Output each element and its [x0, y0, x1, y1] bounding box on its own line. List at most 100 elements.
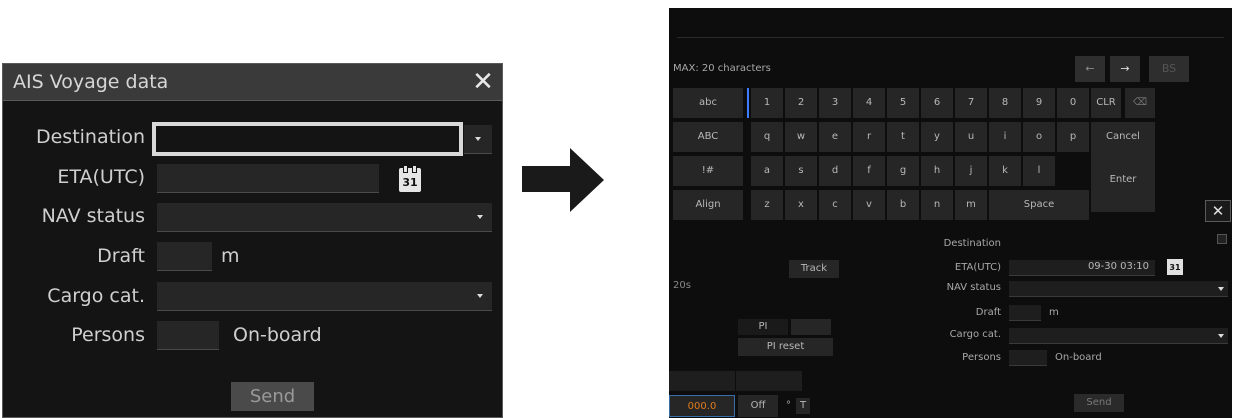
- eta-label: ETA(UTC): [954, 262, 1001, 273]
- key-c[interactable]: c: [819, 190, 851, 220]
- send-button[interactable]: Send: [231, 382, 314, 411]
- destination-dropdown-button[interactable]: [464, 125, 492, 154]
- key-d[interactable]: d: [819, 156, 851, 186]
- key-6[interactable]: 6: [921, 88, 953, 118]
- key-n[interactable]: n: [921, 190, 953, 220]
- draft-label: Draft: [97, 245, 145, 267]
- key-w[interactable]: w: [785, 122, 817, 152]
- key-f[interactable]: f: [853, 156, 885, 186]
- key-i[interactable]: i: [989, 122, 1021, 152]
- close-icon[interactable]: ✕: [470, 69, 496, 95]
- off-button[interactable]: Off: [738, 395, 778, 417]
- scale-label: 20s: [673, 280, 691, 291]
- key-v[interactable]: v: [853, 190, 885, 220]
- send-button[interactable]: Send: [1074, 394, 1124, 412]
- key-u[interactable]: u: [955, 122, 987, 152]
- key-3[interactable]: 3: [819, 88, 851, 118]
- calendar-day: 31: [402, 176, 418, 189]
- key-9[interactable]: 9: [1023, 88, 1055, 118]
- key-7[interactable]: 7: [955, 88, 987, 118]
- key-t[interactable]: t: [887, 122, 919, 152]
- clr-key[interactable]: CLR: [1091, 88, 1121, 118]
- key-m[interactable]: m: [955, 190, 987, 220]
- backspace-button[interactable]: BS: [1149, 56, 1189, 82]
- abc-selected-indicator: [747, 88, 749, 118]
- key-e[interactable]: e: [819, 122, 851, 152]
- key-h[interactable]: h: [921, 156, 953, 186]
- mode-abc-key[interactable]: abc: [673, 88, 743, 118]
- bg-panel-slot: [736, 371, 802, 391]
- nav-status-select[interactable]: [1009, 281, 1228, 297]
- nav-status-select[interactable]: [157, 203, 492, 232]
- key-z[interactable]: z: [751, 190, 783, 220]
- eta-input[interactable]: [157, 164, 379, 193]
- pi-value: [791, 319, 831, 335]
- bg-panel-slot: [669, 371, 735, 391]
- cursor-right-button[interactable]: →: [1110, 56, 1140, 82]
- max-chars-label: MAX: 20 characters: [673, 63, 771, 74]
- track-button[interactable]: Track: [789, 260, 839, 278]
- cargo-select[interactable]: [157, 282, 492, 311]
- cargo-label: Cargo cat.: [47, 285, 145, 307]
- persons-input[interactable]: [157, 321, 219, 350]
- destination-dropdown-button[interactable]: [1217, 234, 1227, 244]
- key-s[interactable]: s: [785, 156, 817, 186]
- eta-input[interactable]: 09-30 03:10: [1009, 260, 1155, 276]
- persons-label: Persons: [71, 324, 145, 346]
- space-key[interactable]: Space: [989, 190, 1089, 220]
- destination-input[interactable]: [152, 122, 463, 156]
- draft-label: Draft: [975, 307, 1001, 318]
- key-0[interactable]: 0: [1057, 88, 1089, 118]
- key-x[interactable]: x: [785, 190, 817, 220]
- key-4[interactable]: 4: [853, 88, 885, 118]
- calendar-icon[interactable]: 31: [399, 165, 421, 192]
- delete-icon[interactable]: ⌫: [1125, 88, 1155, 118]
- key-r[interactable]: r: [853, 122, 885, 152]
- draft-input[interactable]: [157, 242, 212, 271]
- key-q[interactable]: q: [751, 122, 783, 152]
- key-8[interactable]: 8: [989, 88, 1021, 118]
- degree-symbol: °: [786, 400, 791, 411]
- virtual-keyboard-screen: MAX: 20 characters ← → BS abc 1 2 3 4 5 6 7 8 9 0 C…: [669, 8, 1232, 418]
- enter-button[interactable]: Enter: [1091, 148, 1155, 212]
- key-j[interactable]: j: [955, 156, 987, 186]
- nav-status-label: NAV status: [946, 282, 1001, 293]
- true-heading-button[interactable]: T: [796, 398, 810, 414]
- key-o[interactable]: o: [1023, 122, 1055, 152]
- eta-label: ETA(UTC): [57, 166, 145, 188]
- key-1[interactable]: 1: [751, 88, 783, 118]
- pi-label: PI: [738, 319, 788, 335]
- persons-suffix: On-board: [1055, 352, 1102, 363]
- chevron-down-icon: [477, 294, 483, 298]
- heading-value[interactable]: 000.0: [669, 395, 735, 417]
- chevron-down-icon: [475, 137, 481, 141]
- key-2[interactable]: 2: [785, 88, 817, 118]
- chevron-down-icon: [1218, 334, 1224, 338]
- cargo-select[interactable]: [1009, 328, 1228, 344]
- key-p[interactable]: p: [1057, 122, 1089, 152]
- close-icon[interactable]: ✕: [1205, 200, 1231, 222]
- persons-label: Persons: [962, 352, 1001, 363]
- key-k[interactable]: k: [989, 156, 1021, 186]
- nav-status-label: NAV status: [41, 205, 145, 227]
- draft-input[interactable]: [1009, 305, 1041, 321]
- ais-voyage-dialog: AIS Voyage data ✕ Destination ETA(UTC) 3…: [2, 63, 503, 418]
- pi-reset-button[interactable]: PI reset: [738, 338, 833, 356]
- key-g[interactable]: g: [887, 156, 919, 186]
- key-l[interactable]: l: [1023, 156, 1055, 186]
- dialog-title: AIS Voyage data: [3, 64, 502, 101]
- mode-symbol-key[interactable]: !#: [673, 156, 743, 186]
- key-5[interactable]: 5: [887, 88, 919, 118]
- key-y[interactable]: y: [921, 122, 953, 152]
- chevron-down-icon: [1218, 287, 1224, 291]
- persons-input[interactable]: [1009, 350, 1047, 366]
- align-key[interactable]: Align: [673, 190, 743, 220]
- persons-suffix: On-board: [233, 324, 322, 346]
- destination-label: Destination: [35, 126, 145, 148]
- mode-ABC-key[interactable]: ABC: [673, 122, 743, 152]
- key-a[interactable]: a: [751, 156, 783, 186]
- key-b[interactable]: b: [887, 190, 919, 220]
- cursor-left-button[interactable]: ←: [1075, 56, 1105, 82]
- eta-value: 09-30 03:10: [1087, 261, 1149, 272]
- calendar-icon[interactable]: 31: [1167, 259, 1183, 275]
